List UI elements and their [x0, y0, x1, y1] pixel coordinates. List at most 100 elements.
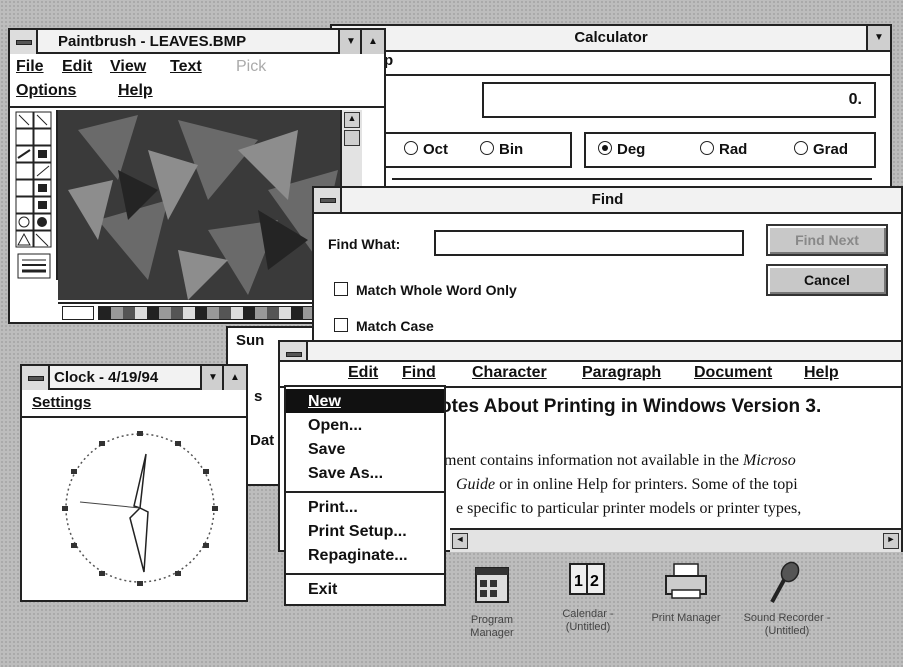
menu-item-print-setup[interactable]: Print Setup...: [308, 523, 407, 541]
paintbrush-menu-help-label: Help: [118, 82, 153, 99]
find-what-label: Find What:: [328, 236, 400, 252]
current-color-box: [62, 306, 94, 320]
write-menu-edit-label: Edit: [348, 364, 379, 381]
paintbrush-menu-file-label: File: [16, 58, 44, 75]
paintbrush-maximize-button[interactable]: ▲: [360, 30, 384, 54]
partial-text-s-label: s: [254, 388, 263, 405]
radio-rad-circle: [700, 141, 714, 155]
match-case-box: [334, 318, 348, 332]
paintbrush-title-bar[interactable]: Paintbrush - LEAVES.BMP: [10, 30, 384, 54]
paintbrush-menu-edit-label: Edit: [62, 58, 93, 75]
write-title-bar[interactable]: [280, 342, 901, 362]
menu-item-new-label: New: [308, 393, 341, 410]
printer-icon: [665, 563, 707, 599]
scroll-right-arrow-icon[interactable]: ►: [883, 533, 899, 549]
clock-menu-settings[interactable]: Settings: [32, 394, 91, 411]
desktop-icon-sound-recorder[interactable]: Sound Recorder - (Untitled): [742, 560, 832, 664]
write-menu-find-label: Find: [402, 364, 436, 381]
find-title: Find: [591, 191, 624, 208]
desktop-icon-calendar[interactable]: 1 2 Calendar - (Untitled): [548, 560, 628, 660]
scroll-up-arrow-icon[interactable]: ▲: [344, 112, 360, 128]
paintbrush-menu-options-label: Options: [16, 82, 77, 99]
menu-item-repaginate[interactable]: Repaginate...: [308, 547, 408, 565]
find-system-menu-icon[interactable]: [314, 188, 342, 212]
document-line-1: ment contains information not available …: [444, 452, 796, 470]
calendar-icon: 1 2: [569, 563, 605, 595]
angle-group: Deg Rad Grad: [584, 132, 876, 168]
radio-oct-circle: [404, 141, 418, 155]
paintbrush-minimize-button[interactable]: ▼: [338, 30, 362, 54]
svg-text:2: 2: [590, 573, 599, 590]
write-menu-document-label: Document: [694, 364, 773, 381]
analog-clock-face: [62, 431, 218, 586]
radio-deg[interactable]: Deg: [598, 134, 645, 166]
match-case-checkbox[interactable]: Match Case: [334, 318, 434, 334]
write-menu-help-label: Help: [804, 364, 839, 381]
leaves-image: [58, 110, 340, 300]
desktop-icon-print-manager[interactable]: Print Manager: [638, 560, 734, 660]
radix-group: Oct Bin: [382, 132, 572, 168]
radio-grad-circle: [794, 141, 808, 155]
menu-item-exit[interactable]: Exit: [308, 581, 337, 599]
print-manager-label: Print Manager: [651, 612, 721, 624]
paintbrush-menu-view-label: View: [110, 58, 147, 75]
menu-item-open[interactable]: Open...: [308, 417, 362, 435]
match-whole-word-checkbox[interactable]: Match Whole Word Only: [334, 282, 517, 298]
file-dropdown-menu: New Open... Save Save As... Print... Pri…: [284, 385, 446, 606]
clock-minimize-button[interactable]: ▼: [200, 366, 224, 390]
radio-rad[interactable]: Rad: [700, 134, 747, 166]
document-line-2a: Guide: [456, 476, 496, 493]
calculator-display-value: 0.: [848, 91, 862, 108]
radio-bin-label: Bin: [499, 141, 524, 158]
program-manager-icon: [475, 567, 509, 603]
calculator-minimize-button[interactable]: ▼: [866, 26, 890, 50]
find-next-button[interactable]: Find Next: [766, 224, 888, 256]
microphone-icon: [770, 561, 800, 603]
cancel-button[interactable]: Cancel: [766, 264, 888, 296]
scroll-thumb[interactable]: [344, 130, 360, 146]
write-menu-file-label: File: [290, 364, 318, 381]
write-menu-paragraph-label: Paragraph: [582, 364, 662, 381]
radio-oct-label: Oct: [423, 141, 449, 158]
desktop-icon-program-manager[interactable]: Program Manager: [452, 560, 532, 660]
scroll-left-arrow-icon[interactable]: ◄: [452, 533, 468, 549]
document-line-3: e specific to particular printer models …: [456, 500, 802, 517]
paintbrush-system-menu-icon[interactable]: [10, 30, 38, 54]
paintbrush-toolbox: [14, 110, 58, 280]
document-line-1b: Microso: [743, 452, 796, 469]
menu-item-save-as[interactable]: Save As...: [308, 465, 383, 483]
write-menu-character-label: Character: [472, 364, 547, 381]
radio-deg-circle: [598, 141, 612, 155]
calculator-title-bar[interactable]: Calculator: [332, 26, 890, 52]
match-case-label: Match Case: [356, 318, 434, 334]
radio-bin[interactable]: Bin: [480, 134, 523, 166]
menu-separator: [286, 573, 444, 575]
radio-oct[interactable]: Oct: [404, 134, 448, 166]
toolbox-tools-icon[interactable]: [14, 110, 54, 280]
calendar-label: Calendar - (Untitled): [562, 608, 614, 633]
clock-system-menu-icon[interactable]: [22, 366, 50, 390]
partial-text-dat: Dat: [250, 432, 274, 449]
calculator-title: Calculator: [574, 29, 648, 46]
clock-window: Clock - 4/19/94 ▼ ▲ Settings: [20, 364, 248, 602]
write-system-menu-icon[interactable]: [280, 342, 308, 360]
find-dialog: Find Find What: Find Next Cancel Match W…: [312, 186, 903, 354]
paintbrush-menu-pick-label: Pick: [236, 58, 267, 75]
find-what-input[interactable]: [434, 230, 744, 256]
svg-text:1: 1: [574, 573, 583, 590]
radio-grad[interactable]: Grad: [794, 134, 848, 166]
paintbrush-canvas[interactable]: [58, 110, 340, 300]
radio-bin-circle: [480, 141, 494, 155]
find-title-bar[interactable]: Find: [314, 188, 901, 214]
clock-maximize-button[interactable]: ▲: [222, 366, 246, 390]
radio-rad-label: Rad: [719, 141, 748, 158]
menu-item-print[interactable]: Print...: [308, 499, 358, 517]
write-horizontal-scrollbar[interactable]: ◄ ►: [450, 528, 901, 552]
partial-tab-sun[interactable]: Sun: [236, 332, 264, 349]
document-line-1a: ment contains information not available …: [444, 452, 744, 469]
radio-deg-label: Deg: [617, 141, 646, 158]
menu-item-save[interactable]: Save: [308, 441, 345, 459]
cancel-label: Cancel: [804, 272, 850, 288]
match-whole-word-label: Match Whole Word Only: [356, 282, 517, 298]
radio-grad-label: Grad: [813, 141, 849, 158]
